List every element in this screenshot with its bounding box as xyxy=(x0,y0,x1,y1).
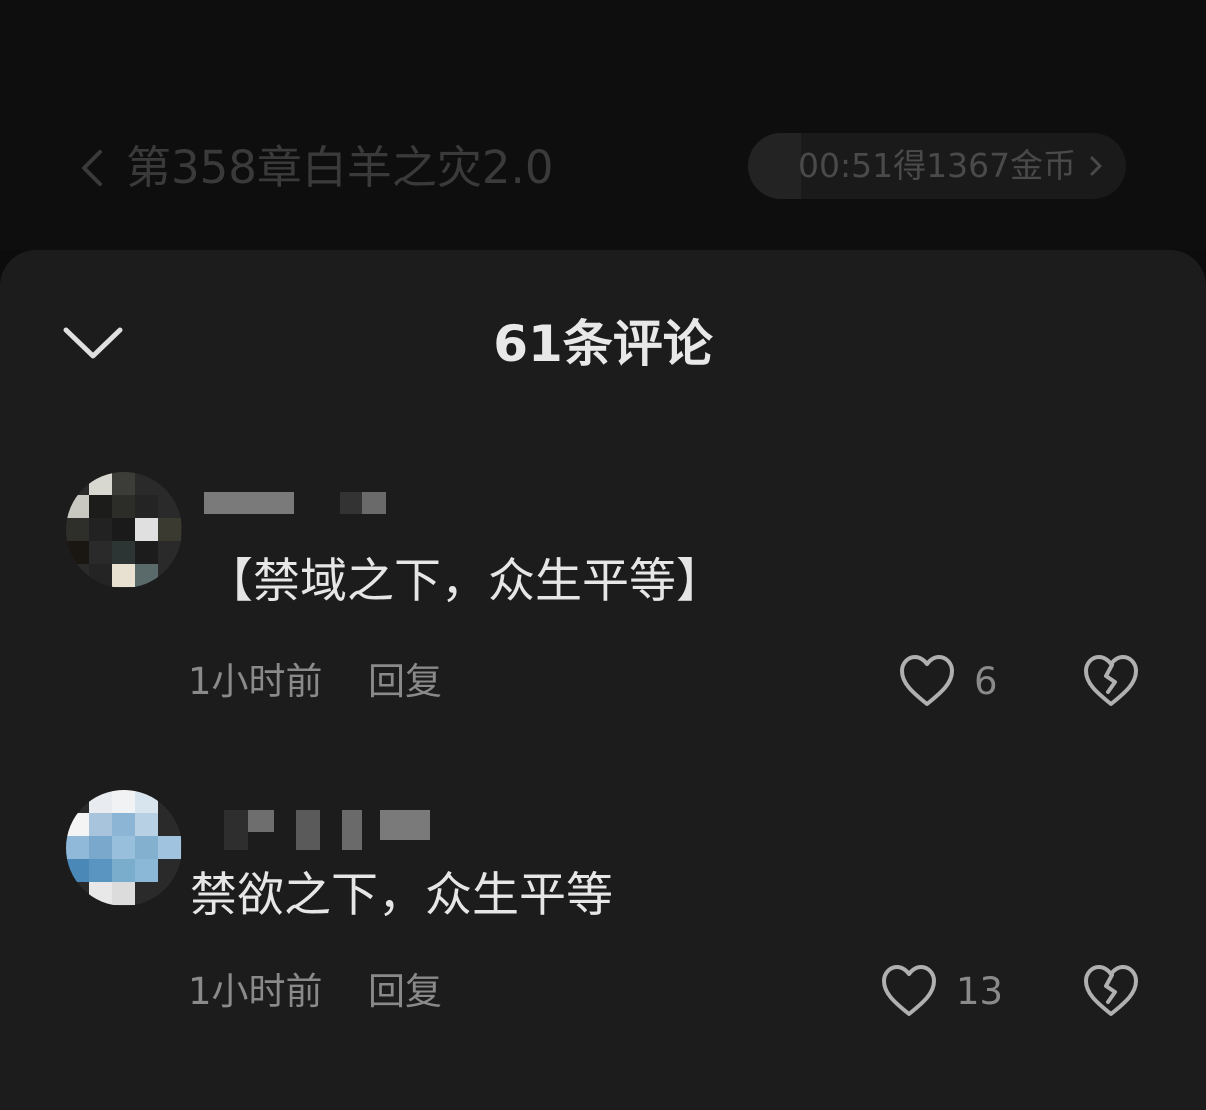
comment-time: 1小时前 xyxy=(188,660,323,703)
reward-timer-text: 00:51得1367金币 xyxy=(798,146,1077,185)
broken-heart-icon[interactable] xyxy=(1082,654,1140,708)
avatar[interactable] xyxy=(66,472,182,588)
comment-text: 【禁域之下，众生平等】 xyxy=(206,554,723,609)
broken-heart-icon[interactable] xyxy=(1082,964,1140,1018)
like-count: 6 xyxy=(974,660,998,703)
comment-time: 1小时前 xyxy=(188,970,323,1013)
username-redacted[interactable] xyxy=(204,492,444,522)
reply-button[interactable]: 回复 xyxy=(368,968,442,1016)
username-redacted[interactable] xyxy=(204,810,444,850)
reader-top-bar: 第358章白羊之灾2.0 00:51得1367金币 xyxy=(0,0,1206,250)
heart-outline-icon[interactable] xyxy=(898,654,956,708)
chevron-left-icon[interactable] xyxy=(76,148,112,188)
reward-timer-pill[interactable]: 00:51得1367金币 xyxy=(748,133,1126,199)
comment-item: 禁欲之下，众生平等 1小时前 回复 13 xyxy=(0,790,1206,1070)
comment-text: 禁欲之下，众生平等 xyxy=(190,868,613,923)
heart-outline-icon[interactable] xyxy=(880,964,938,1018)
reply-button[interactable]: 回复 xyxy=(368,658,442,706)
chevron-right-icon xyxy=(1090,156,1102,176)
comments-count-title: 61条评论 xyxy=(493,315,713,373)
chapter-title[interactable]: 第358章白羊之灾2.0 xyxy=(126,138,553,198)
avatar[interactable] xyxy=(66,790,182,906)
comment-item: 【禁域之下，众生平等】 1小时前 回复 6 xyxy=(0,472,1206,752)
reward-progress-fill xyxy=(748,133,801,199)
comments-sheet: 61条评论 【禁域之下，众生平等】 1小时前 回复 6 禁欲之下，众生平等 1小… xyxy=(0,250,1206,1110)
like-count: 13 xyxy=(956,970,1004,1013)
